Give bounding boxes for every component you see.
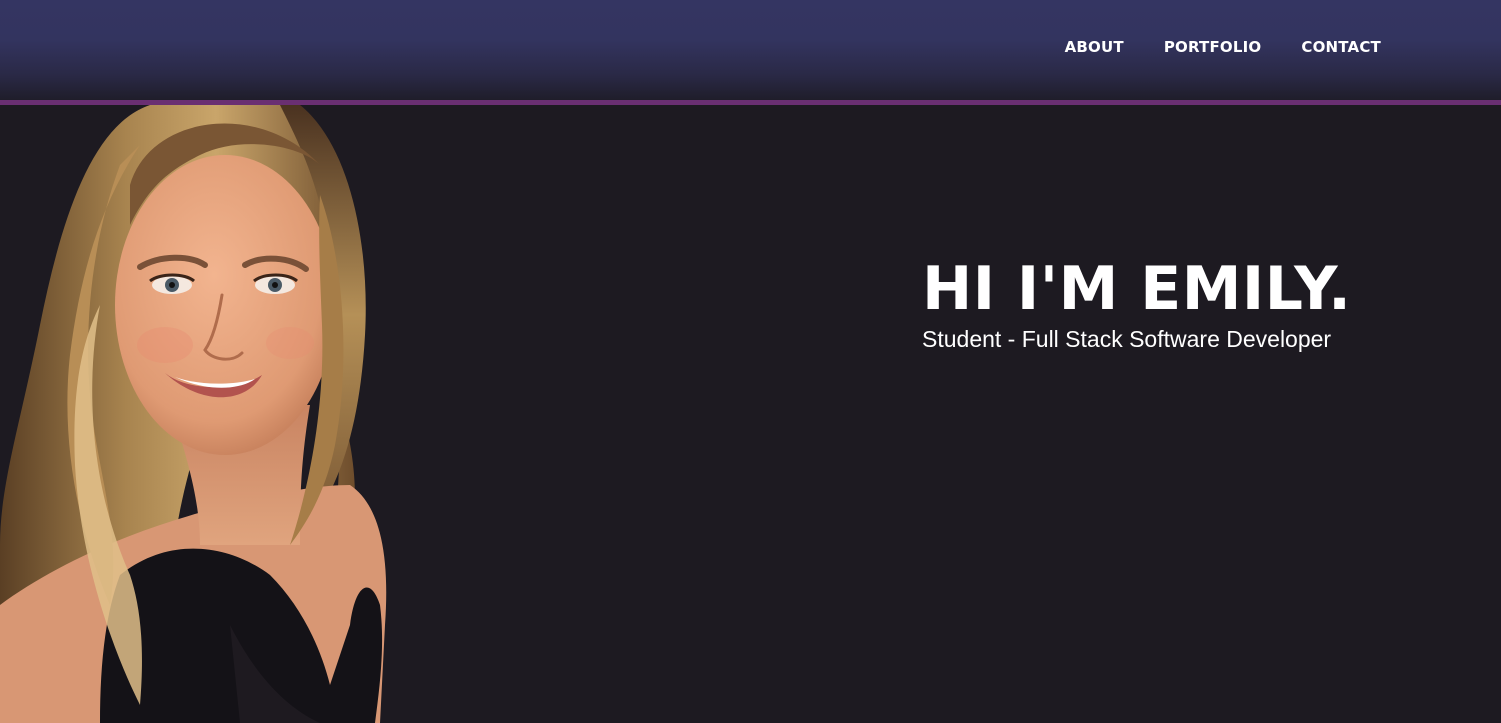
nav-item-contact: CONTACT (1301, 37, 1381, 57)
contact-link[interactable]: CONTACT (1301, 38, 1381, 56)
hero-intro: HI I'M EMILY. Student - Full Stack Softw… (922, 252, 1351, 354)
hero-title: HI I'M EMILY. (922, 254, 1352, 324)
nav-item-about: ABOUT (1065, 37, 1124, 57)
portfolio-link[interactable]: PORTFOLIO (1164, 38, 1262, 56)
profile-photo (0, 105, 387, 723)
nav-menu: ABOUT PORTFOLIO CONTACT (1065, 37, 1381, 57)
page: ABOUT PORTFOLIO CONTACT HI I'M EMILY. St… (0, 0, 1501, 723)
nav-item-portfolio: PORTFOLIO (1164, 37, 1262, 57)
about-link[interactable]: ABOUT (1065, 38, 1124, 56)
hero-subtitle: Student - Full Stack Software Developer (922, 326, 1332, 352)
top-navbar: ABOUT PORTFOLIO CONTACT (0, 0, 1501, 100)
